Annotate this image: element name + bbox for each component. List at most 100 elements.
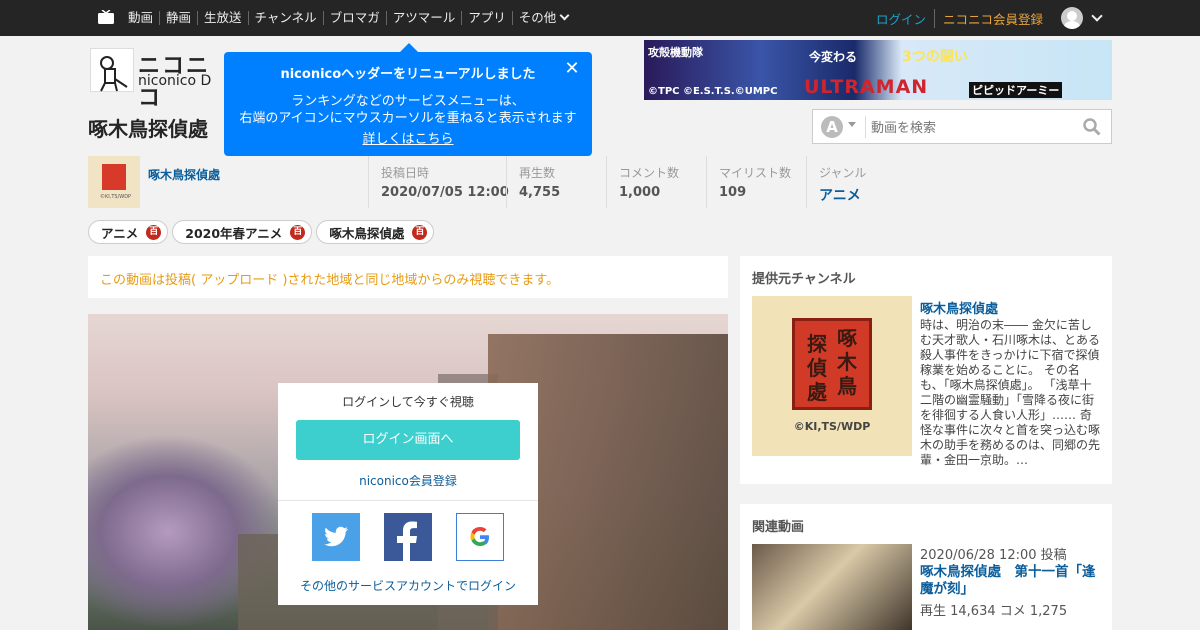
stat-label: 再生数 xyxy=(519,166,556,180)
channel-copyright: ©KI,TS/WDP xyxy=(793,420,871,433)
related-title-link[interactable]: 啄木鳥探偵處 第十一首「逢魔が刻」 xyxy=(920,564,1100,598)
chevron-down-icon[interactable] xyxy=(1091,10,1103,22)
stat-value: 1,000 xyxy=(619,185,661,200)
nav-seiga[interactable]: 静画 xyxy=(159,11,197,25)
owner-name-link[interactable]: 啄木鳥探偵處 xyxy=(148,166,220,183)
login-link[interactable]: ログイン xyxy=(876,8,935,28)
related-stats: 再生 14,634 コメ 1,275 xyxy=(920,604,1068,619)
nav-atsumaru[interactable]: アツマール xyxy=(385,11,462,25)
channel-name-link[interactable]: 啄木鳥探偵處 xyxy=(920,298,998,317)
owner-thumb-caption: ©KI,TS/WDP xyxy=(100,194,132,200)
seal-icon: 啄 木 鳥 探 偵 處 xyxy=(792,318,872,410)
nav-channel[interactable]: チャンネル xyxy=(247,11,323,25)
stat-label: ジャンル xyxy=(819,166,867,180)
nav-more[interactable]: その他 xyxy=(511,10,575,25)
banner-text: 攻殻機動隊 xyxy=(648,46,703,59)
close-icon[interactable]: ✕ xyxy=(564,60,580,78)
account-links: ログイン ニコニコ会員登録 xyxy=(876,0,1043,36)
login-button[interactable]: ログイン画面へ xyxy=(296,420,520,460)
login-panel-title: ログインして今すぐ視聴 xyxy=(342,395,474,409)
global-header: 動画 静画 生放送 チャンネル ブロマガ アツマール アプリ その他 ログイン … xyxy=(0,0,1200,36)
user-avatar-icon[interactable] xyxy=(1061,7,1083,29)
seal-char: 啄 xyxy=(837,326,857,350)
popup-arrow xyxy=(400,43,418,52)
nav-more-label: その他 xyxy=(518,10,557,25)
tag-item[interactable]: 2020年春アニメ百 xyxy=(172,220,313,244)
search-box: A xyxy=(812,109,1112,144)
channel-thumbnail[interactable]: 啄 木 鳥 探 偵 處 ©KI,TS/WDP xyxy=(752,296,912,456)
video-player: ログインして今すぐ視聴 ログイン画面へ niconico会員登録 その他のサービ… xyxy=(88,314,728,630)
caret-down-icon[interactable] xyxy=(848,122,856,127)
dictionary-icon[interactable]: 百 xyxy=(146,224,162,240)
search-input[interactable] xyxy=(865,116,1075,138)
seal-char: 偵 xyxy=(807,356,827,380)
site-logo[interactable]: ニコニコ niconico D xyxy=(90,48,230,111)
stat-views: 再生数 4,755 xyxy=(506,156,560,208)
owner-thumbnail[interactable]: ©KI,TS/WDP xyxy=(88,156,140,208)
stat-mylists: マイリスト数 109 xyxy=(706,156,791,208)
nav-video[interactable]: 動画 xyxy=(122,11,159,25)
stat-label: 投稿日時 xyxy=(381,166,430,180)
other-account-login-link[interactable]: その他のサービスアカウントでログイン xyxy=(278,577,538,594)
divider xyxy=(278,500,538,501)
google-icon xyxy=(470,527,489,546)
register-link[interactable]: niconico会員登録 xyxy=(278,472,538,489)
related-heading: 関連動画 xyxy=(752,520,805,535)
twitter-icon xyxy=(324,526,348,547)
stat-comments: コメント数 1,000 xyxy=(606,156,679,208)
video-title: 啄木鳥探偵處 xyxy=(88,117,208,141)
region-notice: この動画は投稿( アップロード )された地域と同じ地域からのみ視聴できます。 xyxy=(88,256,728,298)
stat-value: 4,755 xyxy=(519,185,561,200)
dictionary-icon[interactable]: 百 xyxy=(412,224,428,240)
tag-label: 啄木鳥探偵處 xyxy=(329,225,405,241)
register-link[interactable]: ニコニコ会員登録 xyxy=(935,9,1043,28)
banner-text: 今変わる xyxy=(809,50,858,64)
nav-live[interactable]: 生放送 xyxy=(197,11,248,25)
chevron-down-icon xyxy=(559,10,570,21)
logo-subtext: niconico D xyxy=(138,73,212,89)
stat-label: コメント数 xyxy=(619,166,680,180)
stat-posted: 投稿日時 2020/07/05 12:00 xyxy=(368,156,509,208)
seal-char: 探 xyxy=(807,332,827,356)
twitter-login-button[interactable] xyxy=(312,513,360,561)
popup-title: niconicoヘッダーをリニューアルしました xyxy=(280,67,536,82)
banner-text: ©TPC ©E.S.T.S.©UMPC xyxy=(648,86,778,97)
dictionary-icon[interactable]: 百 xyxy=(290,224,306,240)
stat-label: マイリスト数 xyxy=(719,166,792,180)
login-panel: ログインして今すぐ視聴 ログイン画面へ niconico会員登録 その他のサービ… xyxy=(278,383,538,605)
genre-link[interactable]: アニメ xyxy=(819,185,866,205)
popup-details-link[interactable]: 詳しくはこちら xyxy=(224,128,592,147)
stat-value: 109 xyxy=(719,185,747,200)
stat-genre: ジャンル アニメ xyxy=(806,156,866,208)
channel-panel: 提供元チャンネル 啄 木 鳥 探 偵 處 ©KI,TS/WDP 啄木鳥探偵處 時… xyxy=(740,256,1112,484)
mascot-icon xyxy=(90,48,134,92)
channel-description: 時は、明治の末―― 金欠に苦しむ天才歌人・石川啄木は、とある殺人事件をきっかけに… xyxy=(920,318,1101,467)
tag-list: アニメ百 2020年春アニメ百 啄木鳥探偵處百 xyxy=(88,220,438,244)
service-nav: 動画 静画 生放送 チャンネル ブロマガ アツマール アプリ その他 xyxy=(122,0,574,36)
banner-text: 3つの闘い xyxy=(902,49,968,65)
banner-text: ピピッドアーミー xyxy=(969,82,1063,98)
tag-item[interactable]: 啄木鳥探偵處百 xyxy=(316,220,435,244)
facebook-login-button[interactable] xyxy=(384,513,432,561)
seal-char: 木 xyxy=(837,350,857,374)
tag-item[interactable]: アニメ百 xyxy=(88,220,169,244)
popup-text: 右端のアイコンにマウスカーソルを重ねると表示されます xyxy=(239,111,577,126)
seal-icon xyxy=(102,164,126,190)
related-date: 2020/06/28 12:00 投稿 xyxy=(920,548,1067,563)
tag-label: 2020年春アニメ xyxy=(185,225,283,241)
related-videos-panel: 関連動画 2020/06/28 12:00 投稿 啄木鳥探偵處 第十一首「逢魔が… xyxy=(740,504,1112,630)
google-login-button[interactable] xyxy=(456,513,504,561)
seal-char: 處 xyxy=(807,380,827,404)
search-icon[interactable] xyxy=(1083,118,1101,136)
search-type-icon[interactable]: A xyxy=(821,116,843,138)
nav-blomaga[interactable]: ブロマガ xyxy=(322,11,386,25)
header-renewal-popup: niconicoヘッダーをリニューアルしました ✕ ランキングなどのサービスメニ… xyxy=(224,43,592,156)
banner-text: ULTRAMAN xyxy=(804,76,929,98)
seal-char: 鳥 xyxy=(837,374,857,398)
nav-app[interactable]: アプリ xyxy=(461,11,512,25)
channel-heading: 提供元チャンネル xyxy=(752,272,856,287)
related-thumbnail[interactable] xyxy=(752,544,912,630)
ad-banner[interactable]: 攻殻機動隊 ©TPC ©E.S.T.S.©UMPC 今変わる 3つの闘い ULT… xyxy=(644,40,1112,100)
facebook-icon xyxy=(397,521,417,561)
niconico-tv-icon[interactable] xyxy=(98,10,114,24)
